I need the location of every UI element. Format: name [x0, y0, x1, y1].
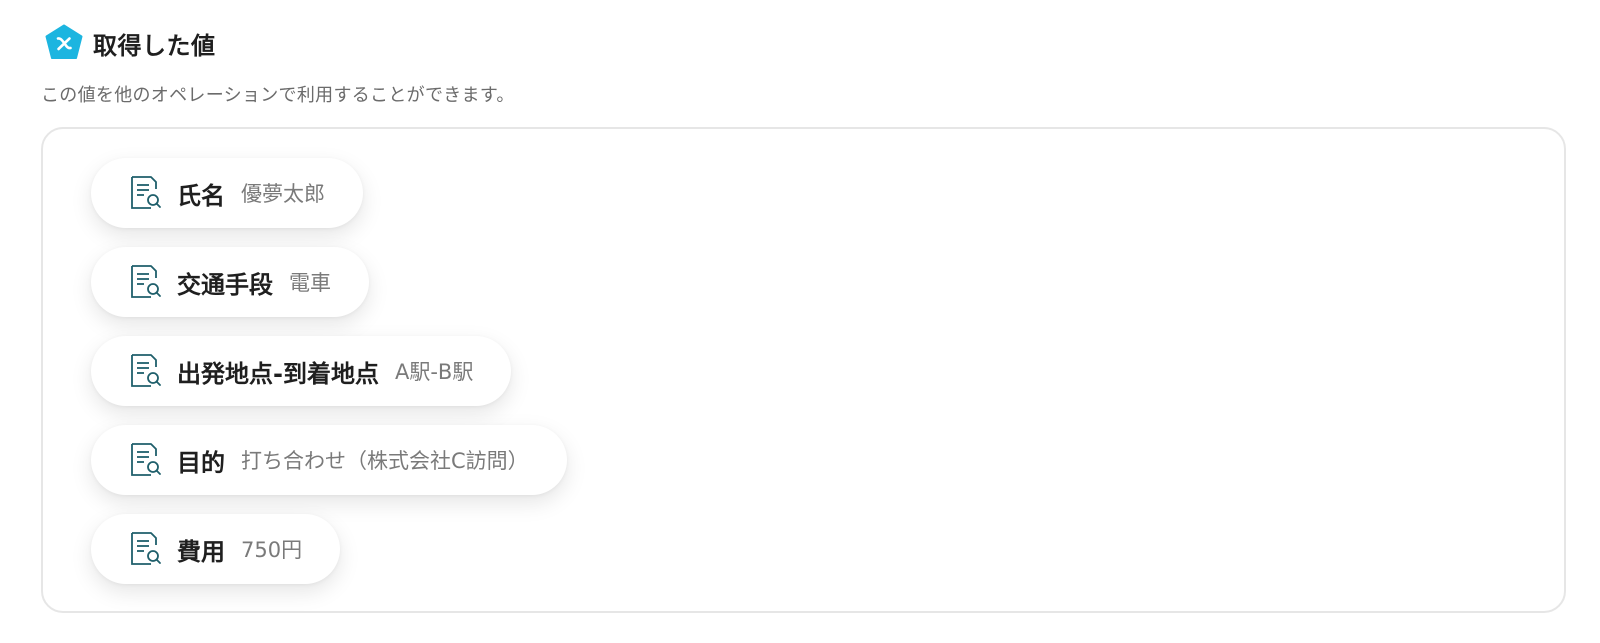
- value-text: A駅-B駅: [394, 360, 474, 384]
- section-header: 取得した値: [45, 24, 216, 62]
- document-search-icon: [131, 443, 161, 476]
- value-text: 優夢太郎: [241, 182, 325, 206]
- value-chip-cost[interactable]: 費用 750円: [91, 514, 341, 584]
- value-label: 出発地点-到着地点: [177, 359, 379, 388]
- document-search-icon: [131, 176, 161, 209]
- value-text: 750円: [241, 538, 303, 562]
- document-search-icon: [131, 532, 161, 565]
- value-text: 電車: [289, 271, 331, 295]
- value-label: 費用: [177, 537, 225, 566]
- acquired-values-panel: 氏名 優夢太郎 交通手段 電車 出発地点-到着地点 A駅-B駅 目的 打ち合わせ…: [41, 127, 1566, 613]
- value-chip-name[interactable]: 氏名 優夢太郎: [91, 158, 363, 228]
- section-description: この値を他のオペレーションで利用することができます。: [41, 85, 515, 106]
- brand-pentagon-icon: [45, 24, 83, 59]
- value-label: 目的: [177, 448, 225, 477]
- page-title: 取得した値: [93, 31, 216, 60]
- value-label: 氏名: [177, 181, 225, 210]
- value-chip-purpose[interactable]: 目的 打ち合わせ（株式会社C訪問）: [91, 425, 567, 495]
- document-search-icon: [131, 354, 161, 387]
- value-label: 交通手段: [177, 270, 273, 299]
- document-search-icon: [131, 265, 161, 298]
- value-chip-route[interactable]: 出発地点-到着地点 A駅-B駅: [91, 336, 512, 406]
- value-chip-transport[interactable]: 交通手段 電車: [91, 247, 369, 317]
- value-text: 打ち合わせ（株式会社C訪問）: [241, 449, 529, 473]
